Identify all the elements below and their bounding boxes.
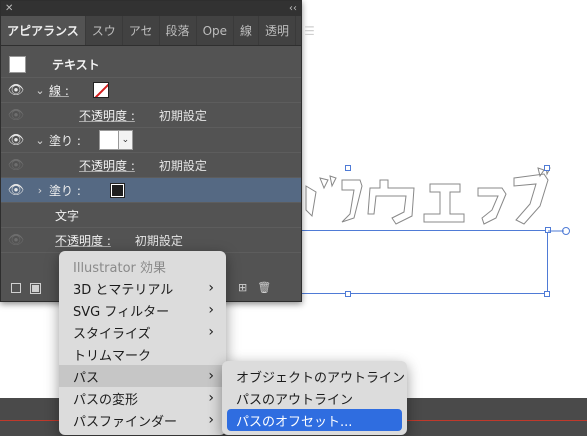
- menu-item-illustrator-effects: Illustrator 効果: [59, 255, 226, 277]
- duplicate-item-icon[interactable]: ⊞: [238, 281, 247, 294]
- opacity-label[interactable]: 不透明度 :: [55, 232, 111, 249]
- fill-color-swatch-black[interactable]: [109, 182, 125, 198]
- eye-icon[interactable]: 👁: [1, 108, 31, 123]
- panel-title-bar[interactable]: ✕ ‹‹: [1, 1, 301, 16]
- fill-label[interactable]: 塗り :: [49, 132, 81, 149]
- tab-swatches[interactable]: スウ: [86, 16, 123, 45]
- trash-icon[interactable]: 🗑: [257, 281, 271, 294]
- menu-item-pathfinder[interactable]: パスファインダー ›: [59, 409, 226, 431]
- rotate-handle-connector: [548, 230, 564, 232]
- fill-opacity-label[interactable]: 不透明度 :: [79, 157, 135, 174]
- chevron-right-icon: ›: [208, 324, 214, 340]
- eye-icon[interactable]: 👁: [1, 233, 31, 248]
- menu-item-outline-object[interactable]: オブジェクトのアウトライン: [222, 365, 407, 387]
- menu-item-label: パスのオフセット...: [236, 414, 353, 430]
- tab-stroke[interactable]: 線: [234, 16, 260, 45]
- menu-item-trim-marks[interactable]: トリムマーク: [59, 343, 226, 365]
- chevron-right-icon: ›: [208, 368, 214, 384]
- eye-icon[interactable]: 👁: [1, 133, 31, 148]
- fill-opacity-row[interactable]: 👁 不透明度 : 初期設定: [1, 153, 301, 178]
- eye-icon[interactable]: 👁: [1, 158, 31, 173]
- characters-label: 文字: [55, 208, 80, 223]
- chevron-right-icon: ›: [208, 390, 214, 406]
- tab-assets[interactable]: アセ: [123, 16, 160, 45]
- menu-item-label: Illustrator 効果: [73, 260, 167, 276]
- fill-row-2[interactable]: 👁 › 塗り :: [1, 178, 301, 203]
- menu-item-label: パスのアウトライン: [236, 392, 354, 408]
- stroke-row[interactable]: 👁 ⌄ 線 :: [1, 78, 301, 103]
- chevron-right-icon: ›: [208, 302, 214, 318]
- menu-item-path[interactable]: パス ›: [59, 365, 226, 387]
- menu-item-label: パスの変形: [73, 392, 139, 408]
- menu-item-label: トリムマーク: [73, 348, 152, 364]
- fill-label[interactable]: 塗り :: [49, 182, 81, 199]
- opacity-value: 初期設定: [134, 233, 183, 248]
- close-icon[interactable]: ✕: [5, 3, 13, 14]
- tab-opentype[interactable]: Ope: [197, 16, 235, 45]
- chevron-right-icon: ›: [208, 412, 214, 428]
- chevron-right-icon: ›: [208, 280, 214, 296]
- chevron-right-icon[interactable]: ›: [31, 184, 49, 197]
- menu-item-stylize[interactable]: スタイライズ ›: [59, 321, 226, 343]
- collapse-icon[interactable]: ‹‹: [289, 3, 297, 14]
- eye-icon[interactable]: 👁: [1, 83, 31, 98]
- characters-row[interactable]: 文字: [1, 203, 301, 228]
- eye-icon[interactable]: 👁: [1, 183, 31, 198]
- menu-item-label: スタイライズ: [73, 326, 151, 342]
- menu-item-label: 3D とマテリアル: [73, 282, 174, 298]
- opacity-row[interactable]: 👁 不透明度 : 初期設定: [1, 228, 301, 253]
- stroke-label[interactable]: 線 :: [49, 82, 69, 99]
- menu-item-svg-filters[interactable]: SVG フィルター ›: [59, 299, 226, 321]
- object-type-label: テキスト: [52, 58, 100, 72]
- outlined-text-object[interactable]: [302, 166, 552, 232]
- stroke-opacity-label[interactable]: 不透明度 :: [79, 107, 135, 124]
- stroke-opacity-value: 初期設定: [158, 108, 207, 123]
- menu-item-offset-path[interactable]: パスのオフセット...: [227, 409, 402, 431]
- fill-opacity-value: 初期設定: [158, 158, 207, 173]
- stroke-color-swatch-none[interactable]: [92, 82, 109, 98]
- add-stroke-icon[interactable]: [11, 283, 21, 293]
- chevron-down-icon[interactable]: ⌄: [31, 84, 49, 97]
- selection-handle-top-right[interactable]: [544, 165, 550, 171]
- object-thumbnail: [9, 56, 26, 73]
- panel-menu-icon[interactable]: ☰: [296, 16, 323, 45]
- menu-item-3d-materials[interactable]: 3D とマテリアル ›: [59, 277, 226, 299]
- stroke-opacity-row[interactable]: 👁 不透明度 : 初期設定: [1, 103, 301, 128]
- appearance-rows: テキスト 👁 ⌄ 線 : 👁 不透明度 : 初期設定 👁 ⌄ 塗り : ⌄ 👁 …: [1, 46, 301, 253]
- selection-handle-bottom-right[interactable]: [544, 291, 550, 297]
- menu-item-label: パス: [73, 370, 100, 386]
- menu-item-label: SVG フィルター: [73, 304, 170, 320]
- tab-appearance[interactable]: アピアランス: [1, 16, 86, 45]
- tab-transparency[interactable]: 透明: [259, 16, 297, 45]
- selection-handle-top-middle[interactable]: [345, 165, 351, 171]
- chevron-down-icon[interactable]: ⌄: [31, 134, 49, 147]
- fill-row-1[interactable]: 👁 ⌄ 塗り : ⌄: [1, 128, 301, 153]
- panel-tab-bar: アピアランス スウ アセ 段落 Ope 線 透明 ☰: [1, 16, 315, 46]
- fill-dropdown-icon[interactable]: ⌄: [118, 130, 133, 150]
- tab-paragraph[interactable]: 段落: [160, 16, 197, 45]
- appearance-header-row: テキスト: [1, 52, 301, 78]
- menu-item-distort-transform[interactable]: パスの変形 ›: [59, 387, 226, 409]
- selection-bounding-box[interactable]: [290, 230, 548, 294]
- selection-handle-bottom-middle[interactable]: [345, 291, 351, 297]
- path-submenu: オブジェクトのアウトライン パスのアウトライン パスのオフセット...: [222, 361, 407, 435]
- effects-context-menu: Illustrator 効果 3D とマテリアル › SVG フィルター › スタイ…: [59, 251, 226, 435]
- menu-item-label: パスファインダー: [73, 414, 178, 430]
- add-fill-icon[interactable]: [30, 282, 41, 294]
- fill-color-swatch-white[interactable]: [98, 130, 119, 150]
- menu-item-label: オブジェクトのアウトライン: [236, 370, 406, 386]
- menu-item-outline-stroke[interactable]: パスのアウトライン: [222, 387, 407, 409]
